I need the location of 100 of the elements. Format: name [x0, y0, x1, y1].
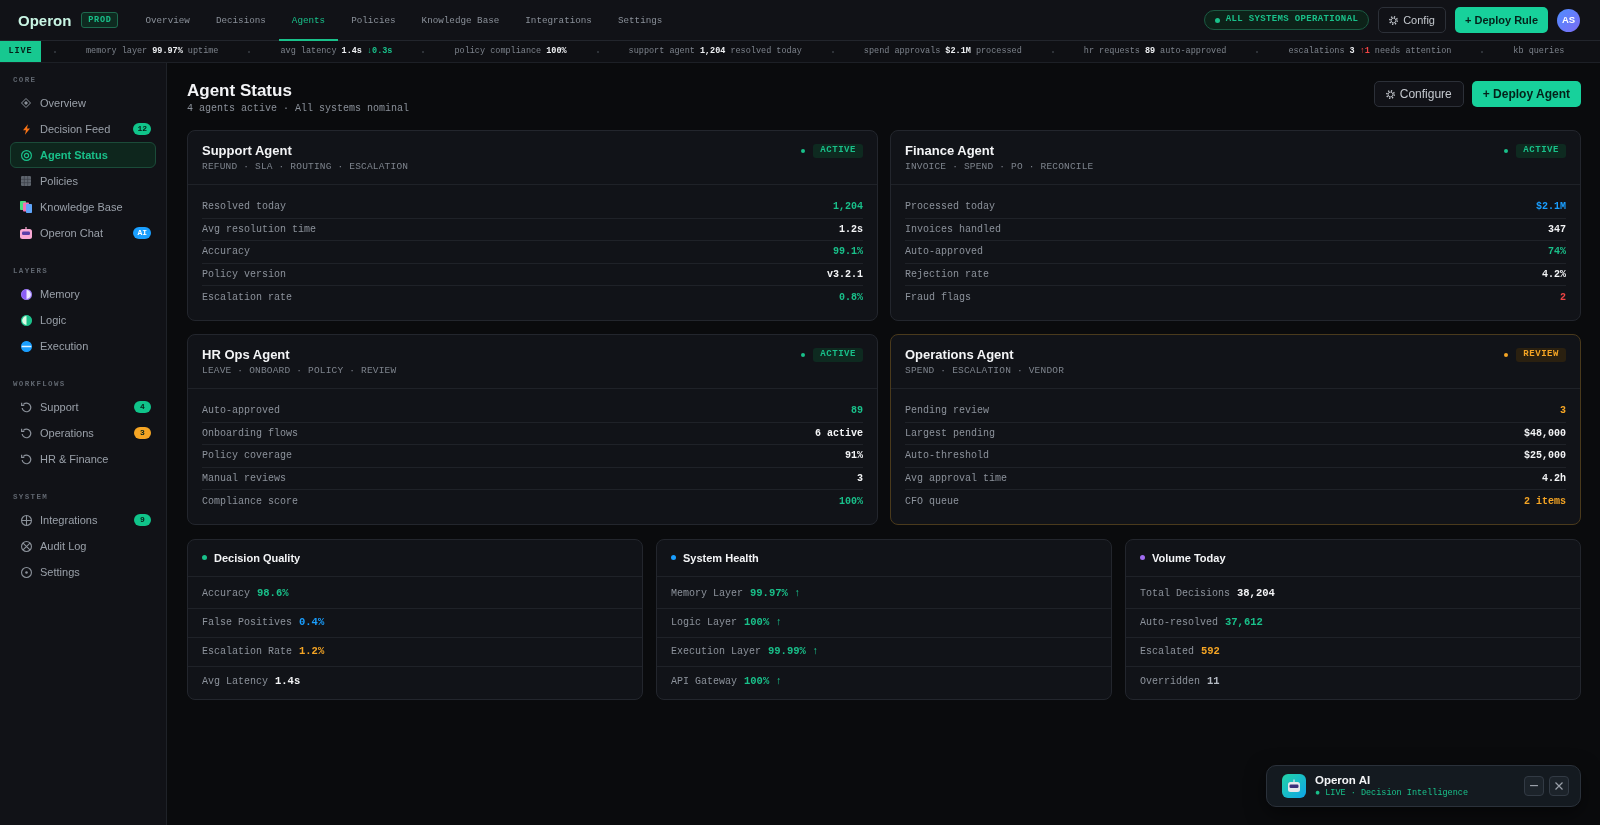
ticker-suffix: needs attention [1374, 45, 1452, 58]
metric-label: Resolved today [202, 200, 286, 215]
agent-tags: LEAVE · ONBOARD · POLICY · REVIEW [202, 363, 397, 377]
card-title: System Health [683, 550, 759, 566]
gear-icon [1385, 89, 1395, 99]
sidebar-item[interactable]: Memory [10, 281, 156, 307]
sidebar-item[interactable]: Integrations 9 [10, 507, 156, 533]
metric-value: 1,204 [833, 200, 863, 215]
ticker-label: avg latency [280, 45, 337, 58]
sidebar-item[interactable]: Operations 3 [10, 420, 156, 446]
metric-value: 100% [839, 495, 863, 510]
metric-label: CFO queue [905, 495, 959, 510]
ticker-label: memory layer [86, 45, 148, 58]
sidebar-item[interactable]: Overview [10, 90, 156, 116]
metric-label: Auto-approved [905, 245, 983, 260]
close-button[interactable] [1549, 776, 1569, 796]
nav-tab[interactable]: Knowledge Base [408, 0, 513, 41]
metric-label: False Positives [202, 616, 292, 631]
ticker-label: support agent [628, 45, 695, 58]
count-badge: 4 [134, 401, 151, 413]
nav-tab[interactable]: Policies [338, 0, 409, 41]
metric-value: $2.1M [1536, 200, 1566, 215]
nav-tab[interactable]: Overview [132, 0, 203, 41]
sidebar-item[interactable]: Knowledge Base [10, 194, 156, 220]
metric-label: Logic Layer [671, 616, 737, 631]
metric-value: 3 [1560, 404, 1566, 419]
sidebar-item[interactable]: Audit Log [10, 533, 156, 559]
half-circle-icon [20, 314, 32, 326]
metric-value: 1.4s [275, 673, 301, 689]
metric-label: Avg Latency [202, 674, 268, 689]
agent-tags: INVOICE · SPEND · PO · RECONCILE [905, 160, 1094, 173]
agent-tags: SPEND · ESCALATION · VENDOR [905, 363, 1065, 377]
circle-plus-icon [20, 514, 32, 526]
metric-label: Policy version [202, 268, 286, 283]
count-badge: 9 [134, 514, 151, 526]
agent-name: HR Ops Agent [202, 345, 291, 363]
sidebar-item[interactable]: Settings [10, 559, 156, 585]
logo[interactable]: Operon [18, 12, 72, 28]
metric-label: API Gateway [671, 674, 737, 689]
metric-value: 347 [1548, 222, 1566, 237]
metric-value: 0.8% [839, 291, 863, 306]
metric-value: 2 [1560, 291, 1566, 306]
agent-name: Support Agent [202, 142, 293, 159]
metric-label: Avg resolution time [202, 222, 317, 237]
circular-arrow-icon [20, 427, 32, 439]
metric-value: 37,612 [1225, 615, 1263, 631]
env-badge: PROD [81, 11, 119, 29]
close-icon [1555, 782, 1563, 790]
ticker-label: hr requests [1083, 45, 1140, 58]
metric-label: Memory Layer [671, 587, 743, 602]
metric-value: 0.4% [299, 615, 325, 631]
metric-value: 99.97% ↑ [750, 586, 801, 602]
sidebar-item[interactable]: Execution [10, 333, 156, 359]
circular-arrow-icon [20, 453, 32, 465]
circle-x-icon [20, 540, 32, 552]
ticker-value: 99.97% [152, 45, 183, 58]
sidebar-item[interactable]: Logic [10, 307, 156, 333]
metric-label: Manual reviews [202, 472, 286, 487]
sidebar-item[interactable]: Operon Chat AI [10, 220, 156, 246]
metric-value: 100% ↑ [744, 673, 782, 689]
ticker-suffix: resolved today [730, 45, 802, 58]
metric-value: $25,000 [1524, 449, 1566, 464]
ticker-value: 1,204 [699, 45, 726, 58]
deploy-button[interactable]: + Deploy Agent [1471, 81, 1581, 107]
minimize-icon [1530, 785, 1538, 787]
target-icon [20, 149, 32, 161]
sidebar-item[interactable]: Decision Feed 12 [10, 116, 156, 142]
metric-value: 98.6% [257, 586, 289, 602]
ticker-suffix: auto-approved [1160, 45, 1227, 58]
metric-value: 38,204 [1237, 586, 1275, 602]
page-title: Agent Status [187, 80, 293, 102]
ticker-value: 100% [546, 45, 567, 58]
half-circle-icon [20, 288, 32, 300]
sidebar-item[interactable]: Support 4 [10, 394, 156, 420]
metric-label: Compliance score [202, 495, 298, 510]
sidebar-item[interactable]: Agent Status [10, 142, 156, 168]
nav-tab[interactable]: Integrations [512, 0, 605, 41]
widget-title: Operon AI [1315, 773, 1372, 787]
deploy-button[interactable]: + Deploy Rule [1454, 7, 1548, 33]
metric-value: v3.2.1 [827, 268, 863, 283]
robot-icon [20, 227, 32, 239]
status-badge: ACTIVE [1516, 144, 1566, 158]
ticker-label: policy compliance [454, 45, 542, 58]
metric-label: Auto-resolved [1140, 616, 1218, 631]
avatar[interactable]: AS [1557, 8, 1580, 32]
metric-label: Escalation Rate [202, 645, 292, 660]
metric-value: $48,000 [1524, 426, 1566, 441]
metric-value: 1.2s [839, 222, 863, 237]
metric-label: Fraud flags [905, 291, 971, 306]
sidebar-item[interactable]: Policies [10, 168, 156, 194]
agent-tags: REFUND · SLA · ROUTING · ESCALATION [202, 160, 409, 173]
metric-value: 4.2% [1542, 268, 1566, 283]
count-badge: 12 [133, 123, 151, 135]
nav-tab[interactable]: Settings [604, 0, 676, 41]
lightning-icon [22, 123, 30, 135]
nav-tab[interactable]: Decisions [202, 0, 279, 41]
configure-button[interactable]: Configure [1373, 81, 1464, 107]
metric-value: 3 [857, 472, 863, 487]
configure-button[interactable]: Config [1378, 7, 1446, 33]
sidebar-item[interactable]: HR & Finance [10, 446, 156, 472]
